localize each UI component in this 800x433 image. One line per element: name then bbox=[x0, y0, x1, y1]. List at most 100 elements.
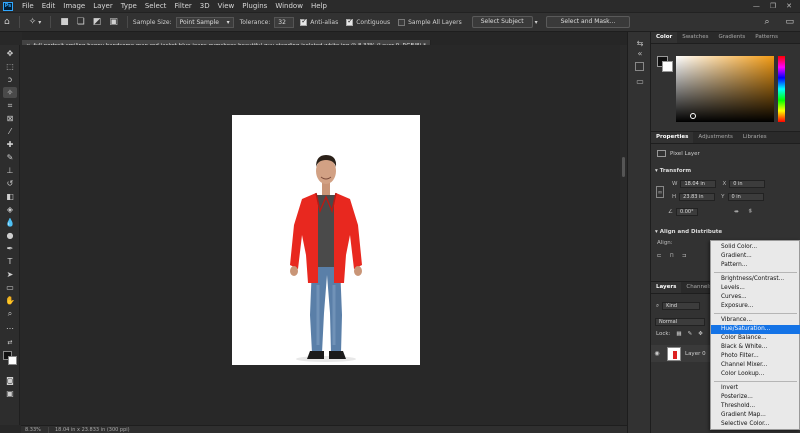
menu-item-color-lookup[interactable]: Color Lookup... bbox=[711, 370, 800, 379]
zoom-tool-icon[interactable]: ⌕ bbox=[3, 308, 17, 319]
menu-item-solid-color[interactable]: Solid Color... bbox=[711, 243, 800, 252]
tab-patterns[interactable]: Patterns bbox=[750, 32, 783, 43]
menu-view[interactable]: View bbox=[214, 2, 239, 10]
history-brush-tool-icon[interactable]: ↺ bbox=[3, 178, 17, 189]
rectangle-tool-icon[interactable]: ▭ bbox=[3, 282, 17, 293]
tab-adjustments[interactable]: Adjustments bbox=[693, 132, 737, 143]
menu-item-exposure[interactable]: Exposure... bbox=[711, 302, 800, 311]
intersect-selection-icon[interactable]: ▣ bbox=[109, 17, 118, 27]
menu-3d[interactable]: 3D bbox=[196, 2, 214, 10]
menu-help[interactable]: Help bbox=[307, 2, 331, 10]
y-field[interactable]: 0 in bbox=[727, 193, 764, 201]
tab-swatches[interactable]: Swatches bbox=[677, 32, 713, 43]
frame-tool-icon[interactable]: ⊠ bbox=[3, 113, 17, 124]
menu-item-curves[interactable]: Curves... bbox=[711, 293, 800, 302]
menu-type[interactable]: Type bbox=[117, 2, 141, 10]
canvas-area[interactable] bbox=[21, 45, 627, 425]
tab-properties[interactable]: Properties bbox=[651, 132, 694, 143]
expand-panels-icon[interactable]: « bbox=[634, 48, 646, 58]
menu-file[interactable]: File bbox=[18, 2, 38, 10]
transform-heading[interactable]: ▾ Transform bbox=[655, 168, 691, 174]
healing-brush-tool-icon[interactable]: ✚ bbox=[3, 139, 17, 150]
menu-item-black-white[interactable]: Black & White... bbox=[711, 343, 800, 352]
document-image[interactable] bbox=[232, 115, 420, 365]
close-icon[interactable]: ✕ bbox=[786, 2, 792, 10]
layer-filter-select[interactable]: Kind bbox=[662, 302, 701, 310]
menu-layer[interactable]: Layer bbox=[89, 2, 117, 10]
quick-mask-icon[interactable]: ◙ bbox=[3, 375, 17, 386]
menu-plugins[interactable]: Plugins bbox=[238, 2, 271, 10]
home-icon[interactable]: ⌂ bbox=[4, 17, 10, 27]
more-tools-icon[interactable]: … bbox=[3, 321, 17, 332]
chevron-down-icon[interactable]: ▾ bbox=[38, 18, 41, 27]
scrollbar-thumb[interactable] bbox=[622, 157, 625, 177]
menu-image[interactable]: Image bbox=[59, 2, 89, 10]
swap-colors-icon[interactable]: ⇄ bbox=[3, 337, 17, 348]
link-dimensions-icon[interactable]: ∞ bbox=[656, 186, 664, 198]
contiguous-checkbox[interactable] bbox=[346, 17, 354, 26]
eraser-tool-icon[interactable]: ◧ bbox=[3, 191, 17, 202]
brush-tool-icon[interactable]: ✎ bbox=[3, 152, 17, 163]
sample-all-layers-checkbox[interactable] bbox=[398, 18, 406, 26]
menu-item-vibrance[interactable]: Vibrance... bbox=[711, 316, 800, 325]
menu-select[interactable]: Select bbox=[141, 2, 171, 10]
chevron-down-icon[interactable]: ▾ bbox=[535, 18, 538, 27]
learn-panel-icon[interactable] bbox=[635, 62, 644, 71]
tab-color[interactable]: Color bbox=[651, 32, 678, 43]
menu-filter[interactable]: Filter bbox=[170, 2, 195, 10]
menu-item-levels[interactable]: Levels... bbox=[711, 284, 800, 293]
menu-item-gradient-map[interactable]: Gradient Map... bbox=[711, 411, 800, 420]
lock-image-icon[interactable]: ✎ bbox=[688, 331, 693, 337]
move-tool-icon[interactable]: ✥ bbox=[3, 48, 17, 59]
magic-wand-tool-icon[interactable]: ✧ bbox=[29, 17, 37, 27]
history-panel-icon[interactable]: ⇆ bbox=[634, 38, 646, 48]
lock-position-icon[interactable]: ✥ bbox=[698, 331, 703, 337]
menu-item-hue-saturation[interactable]: Hue/Saturation... bbox=[711, 325, 800, 334]
clone-stamp-tool-icon[interactable]: ⊥ bbox=[3, 165, 17, 176]
menu-item-photo-filter[interactable]: Photo Filter... bbox=[711, 352, 800, 361]
add-to-selection-icon[interactable]: ❏ bbox=[77, 17, 85, 27]
tab-layers[interactable]: Layers bbox=[651, 282, 682, 293]
hand-tool-icon[interactable]: ✋ bbox=[3, 295, 17, 306]
x-field[interactable]: 0 in bbox=[729, 180, 766, 188]
marquee-tool-icon[interactable]: ⬚ bbox=[3, 61, 17, 72]
menu-item-gradient[interactable]: Gradient... bbox=[711, 252, 800, 261]
menu-item-pattern[interactable]: Pattern... bbox=[711, 261, 800, 270]
tab-libraries[interactable]: Libraries bbox=[738, 132, 772, 143]
width-field[interactable]: 18.04 in bbox=[680, 180, 717, 188]
path-selection-tool-icon[interactable]: ➤ bbox=[3, 269, 17, 280]
search-icon[interactable]: ⌕ bbox=[764, 17, 769, 27]
lasso-tool-icon[interactable]: ↄ bbox=[3, 74, 17, 85]
flip-horizontal-icon[interactable]: ⇹ bbox=[734, 209, 739, 215]
height-field[interactable]: 23.83 in bbox=[679, 193, 716, 201]
blur-tool-icon[interactable]: 💧 bbox=[3, 217, 17, 228]
color-picker-field[interactable] bbox=[676, 56, 774, 122]
vertical-scrollbar[interactable] bbox=[620, 45, 627, 425]
align-heading[interactable]: ▾ Align and Distribute bbox=[655, 229, 722, 235]
menu-item-brightness-contrast[interactable]: Brightness/Contrast... bbox=[711, 275, 800, 284]
select-and-mask-button[interactable]: Select and Mask... bbox=[545, 16, 631, 28]
angle-field[interactable]: 0.00° bbox=[675, 208, 698, 216]
comments-panel-icon[interactable]: ▭ bbox=[634, 76, 646, 86]
maximize-icon[interactable]: ❐ bbox=[770, 2, 776, 10]
paint-bucket-tool-icon[interactable]: ◈ bbox=[3, 204, 17, 215]
workspace-icon[interactable]: ▭ bbox=[785, 17, 794, 27]
minimize-icon[interactable]: — bbox=[753, 2, 760, 10]
menu-item-selective-color[interactable]: Selective Color... bbox=[711, 420, 800, 429]
blend-mode-select[interactable]: Normal bbox=[655, 318, 705, 326]
align-left-icon[interactable]: ⊏ bbox=[657, 253, 662, 259]
eyedropper-tool-icon[interactable]: ⁄ bbox=[3, 126, 17, 137]
background-color-chip[interactable] bbox=[662, 61, 673, 72]
flip-vertical-icon[interactable]: ⥮ bbox=[749, 209, 753, 216]
menu-item-threshold[interactable]: Threshold... bbox=[711, 402, 800, 411]
visibility-eye-icon[interactable]: ◉ bbox=[651, 350, 663, 357]
dodge-tool-icon[interactable]: ● bbox=[3, 230, 17, 241]
sample-size-select[interactable]: Point Sample ▾ bbox=[175, 16, 234, 28]
zoom-level[interactable]: 8.33% bbox=[21, 426, 49, 433]
menu-window[interactable]: Window bbox=[271, 2, 307, 10]
magic-wand-tool-icon[interactable]: ✧ bbox=[3, 87, 17, 98]
menu-edit[interactable]: Edit bbox=[38, 2, 60, 10]
screen-mode-icon[interactable]: ▣ bbox=[3, 388, 17, 399]
background-color-swatch[interactable] bbox=[8, 356, 17, 365]
pen-tool-icon[interactable]: ✒ bbox=[3, 243, 17, 254]
